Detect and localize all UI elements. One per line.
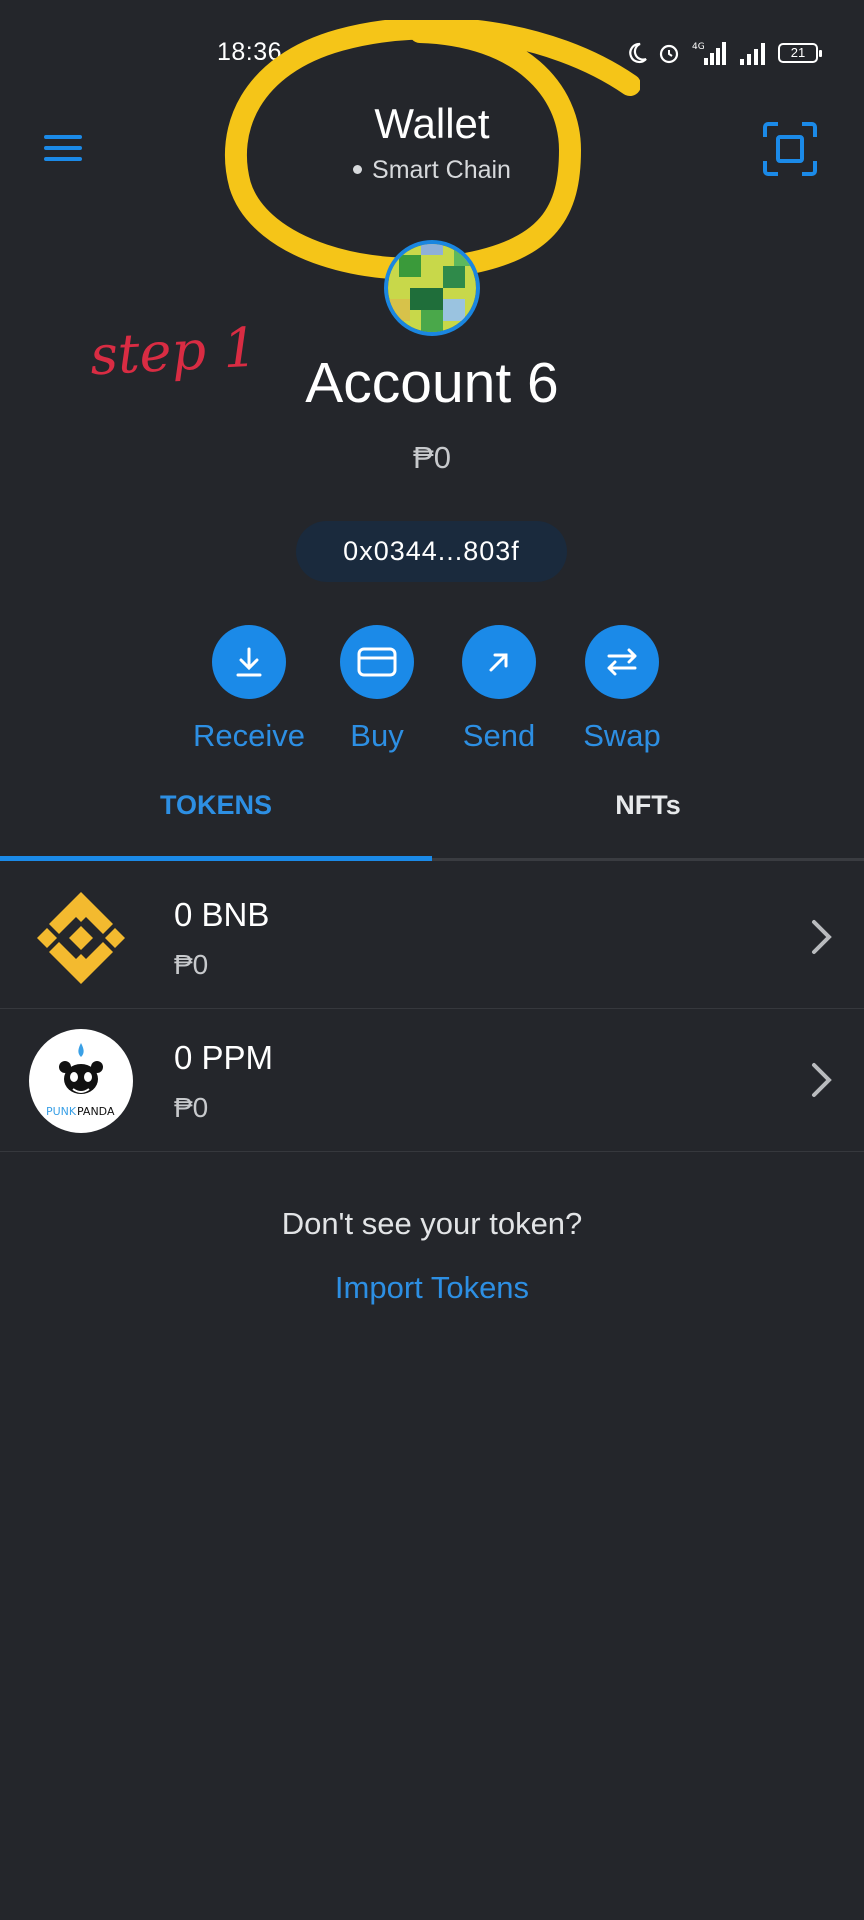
buy-button[interactable]: Buy <box>317 625 437 754</box>
tab-active-indicator <box>0 856 432 861</box>
buy-label: Buy <box>350 718 404 753</box>
bnb-logo-icon <box>37 892 125 984</box>
signal-icon <box>740 43 765 65</box>
tab-tokens[interactable]: TOKENS <box>0 790 432 821</box>
missing-token-prompt: Don't see your token? <box>281 1206 583 1241</box>
status-time: 18:36 <box>217 38 283 66</box>
receive-label: Receive <box>193 718 305 753</box>
account-avatar[interactable] <box>384 240 480 336</box>
import-tokens-link[interactable]: Import Tokens <box>0 1270 864 1306</box>
network-dot-icon <box>353 164 363 174</box>
receive-button[interactable]: Receive <box>189 625 309 754</box>
battery-level: 21 <box>790 45 806 60</box>
token-row-ppm[interactable]: PUNK PANDA 0 PPM ₱0 <box>0 1009 864 1152</box>
token-amount: 0 PPM <box>174 1039 274 1076</box>
token-amount: 0 BNB <box>174 896 270 933</box>
account-name[interactable]: Account 6 <box>0 350 864 416</box>
swap-button[interactable]: Swap <box>562 625 682 754</box>
swap-icon <box>585 625 659 699</box>
network-selector[interactable]: Smart Chain <box>0 156 864 185</box>
card-icon <box>340 625 414 699</box>
token-row-bnb[interactable]: 0 BNB ₱0 <box>0 866 864 1009</box>
send-button[interactable]: Send <box>439 625 559 754</box>
status-icons: 4G 21 <box>628 38 822 68</box>
receive-icon <box>212 625 286 699</box>
battery-icon: 21 <box>778 43 822 63</box>
send-label: Send <box>462 718 536 753</box>
account-address-pill[interactable]: 0x0344...803f <box>296 521 567 582</box>
alarm-icon <box>659 44 679 64</box>
token-fiat: ₱0 <box>174 1092 209 1123</box>
chevron-right-icon <box>812 1063 832 1097</box>
network-type: 4G <box>692 42 705 52</box>
punkpanda-logo-icon: PUNK PANDA <box>29 1029 133 1133</box>
network-name: Smart Chain <box>372 156 511 184</box>
row-divider <box>0 1151 864 1152</box>
tab-nfts[interactable]: NFTs <box>432 790 864 821</box>
signal-4g-icon: 4G <box>692 42 726 65</box>
punkpanda-logo-text-a: PUNK <box>46 1105 77 1118</box>
chevron-right-icon <box>812 920 832 954</box>
swap-label: Swap <box>583 718 661 753</box>
scan-qr-icon[interactable] <box>762 121 818 177</box>
page-title: Wallet <box>374 100 490 147</box>
token-fiat: ₱0 <box>174 949 209 980</box>
send-arrow-icon <box>462 625 536 699</box>
moon-icon <box>629 42 647 64</box>
punkpanda-logo-text-b: PANDA <box>77 1105 115 1118</box>
account-balance: ₱0 <box>413 440 451 475</box>
